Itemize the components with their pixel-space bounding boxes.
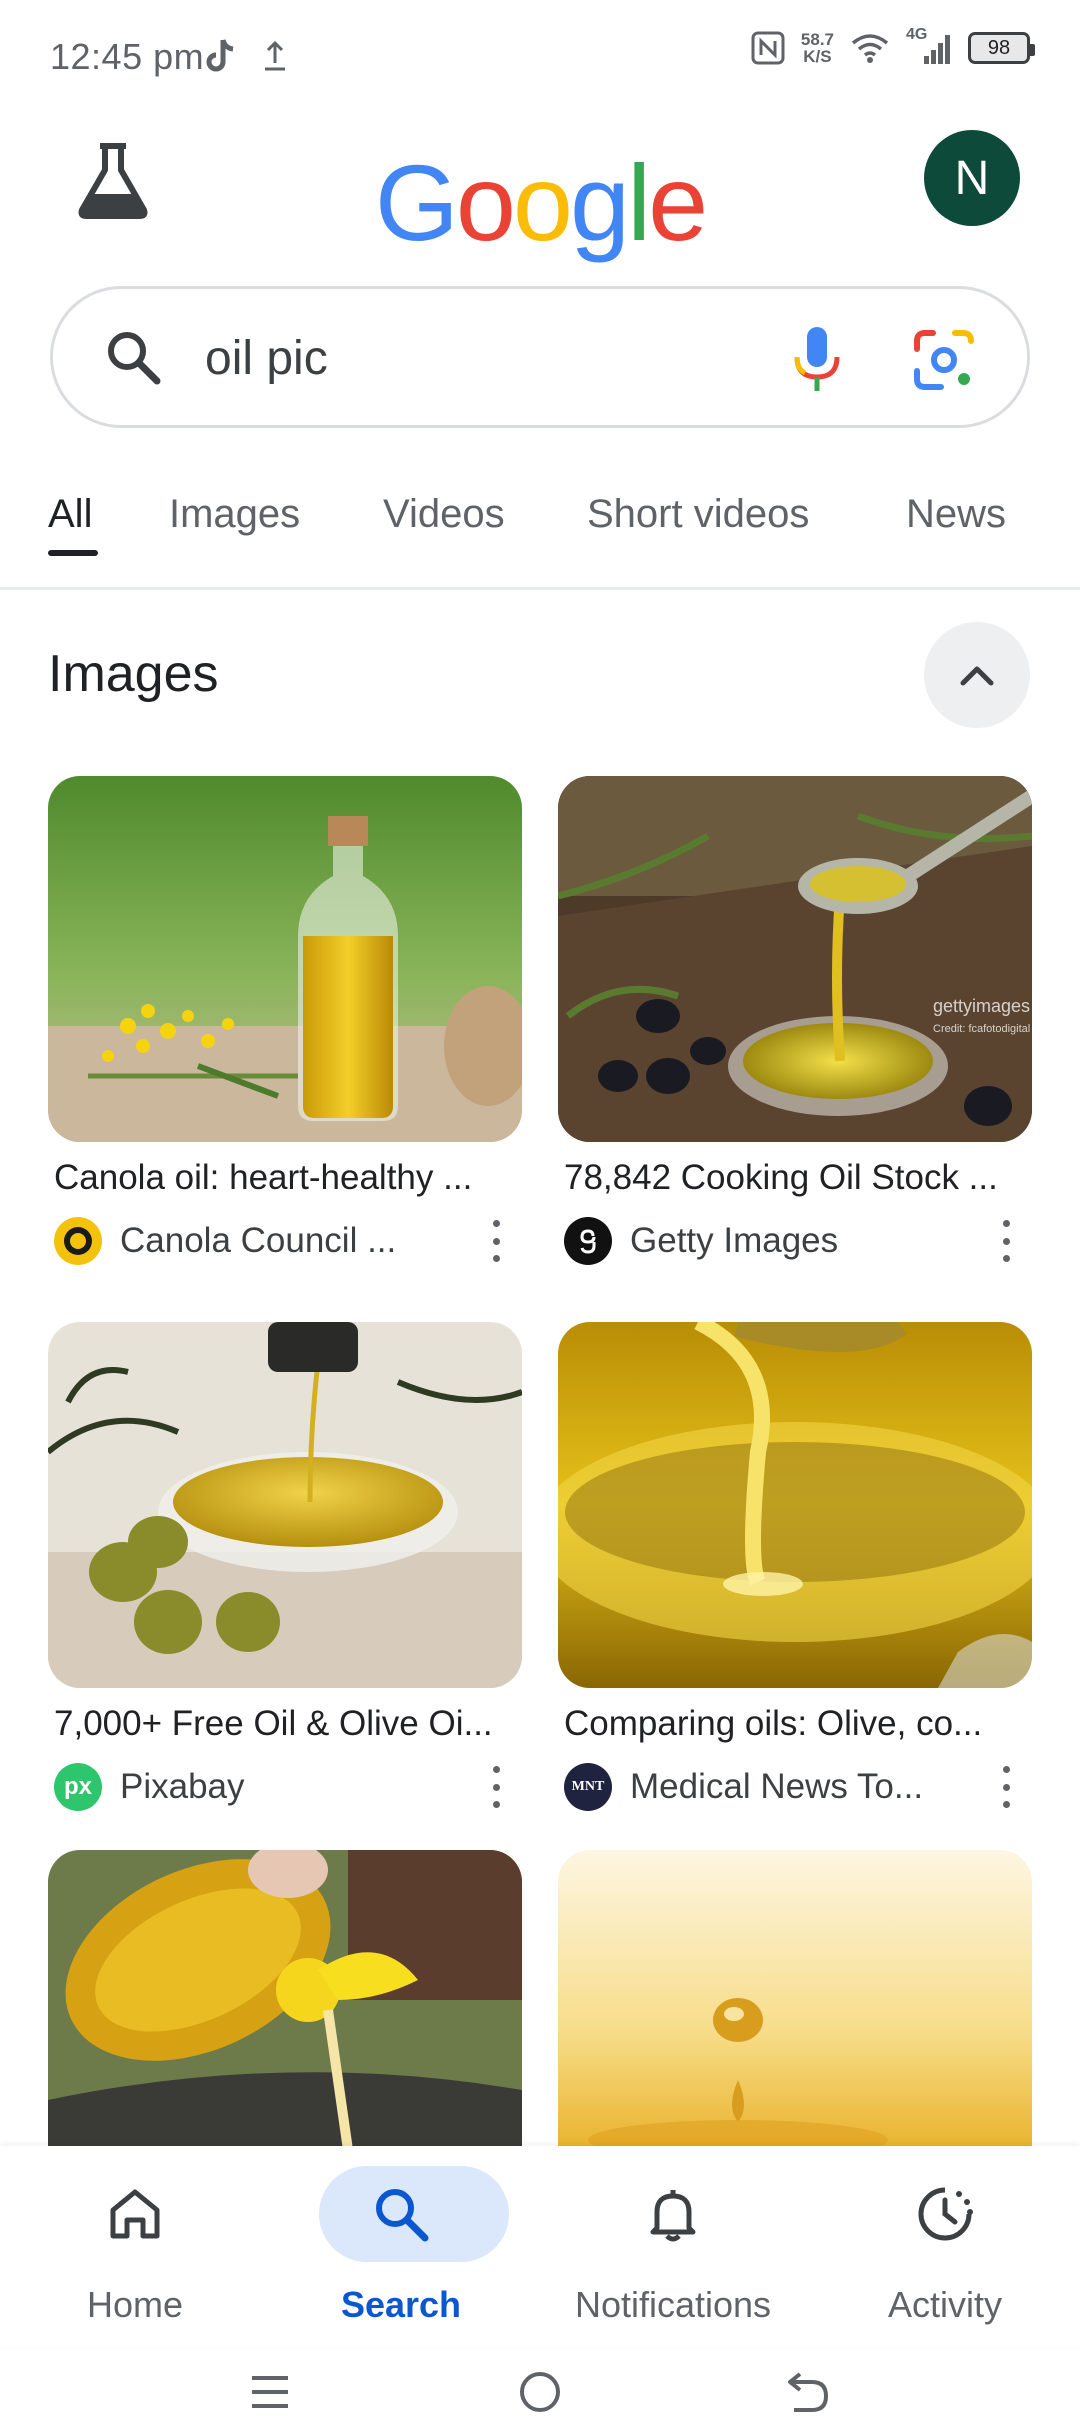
status-time: 12:45 pm [50, 36, 205, 77]
image-result-card[interactable]: Comparing oils: Olive, co... MNT Medical… [558, 1322, 1032, 1812]
logo-letter: G [374, 142, 459, 263]
result-thumbnail[interactable] [558, 1850, 1032, 2150]
recent-apps-icon[interactable] [248, 2370, 292, 2414]
google-logo: Google [0, 140, 1080, 265]
activity-icon [918, 2187, 973, 2241]
status-bar: 12:45 pm 58.7 K/S 4G 98 [0, 0, 1080, 110]
result-thumbnail[interactable] [48, 1322, 522, 1688]
result-source-name: Getty Images [630, 1221, 839, 1260]
bell-icon [650, 2190, 696, 2242]
chevron-up-icon [960, 666, 994, 686]
wifi-icon [851, 34, 889, 63]
result-source-name: Medical News To... [630, 1767, 924, 1806]
result-thumbnail[interactable] [48, 776, 522, 1142]
search-icon [376, 2189, 429, 2242]
logo-letter: g [570, 142, 630, 263]
battery-indicator: 98 [968, 32, 1035, 64]
image-result-card[interactable]: gettyimages Credit: fcafotodigital 78,84… [558, 776, 1032, 1266]
nav-search[interactable]: Search [286, 2156, 516, 2336]
app-header: Google N [0, 110, 1080, 280]
result-source-name: Pixabay [120, 1767, 245, 1806]
nav-activity-label: Activity [887, 2284, 1002, 2325]
more-options-icon[interactable] [996, 1766, 1016, 1808]
nav-notifications[interactable]: Notifications [558, 2156, 788, 2336]
logo-letter: o [512, 142, 573, 263]
nav-home[interactable]: Home [20, 2156, 250, 2336]
tab-news[interactable]: News [906, 492, 1006, 537]
google-lens-icon[interactable] [911, 327, 977, 393]
image-result-card[interactable] [558, 1850, 1032, 2150]
result-source-name: Canola Council ... [120, 1221, 397, 1260]
upload-icon [265, 40, 285, 71]
nav-home-label: Home [86, 2284, 184, 2325]
search-tabs: All Images Videos Short videos News [0, 470, 1080, 590]
medical-news-today-icon: MNT [564, 1763, 612, 1811]
result-source: Getty Images [558, 1216, 1032, 1266]
bottom-navigation: Home Search Notifications Activity [0, 2146, 1080, 2346]
result-title[interactable]: Comparing oils: Olive, co... [558, 1704, 1032, 1744]
voice-search-mic-icon[interactable] [787, 325, 847, 395]
image-result-card[interactable] [48, 1850, 522, 2150]
tiktok-icon [206, 39, 234, 72]
home-icon [110, 2189, 160, 2239]
more-options-icon[interactable] [996, 1220, 1016, 1262]
result-title[interactable]: 7,000+ Free Oil & Olive Oi... [48, 1704, 522, 1744]
tab-short-videos[interactable]: Short videos [587, 492, 809, 537]
more-options-icon[interactable] [486, 1220, 506, 1262]
logo-letter: l [627, 142, 651, 263]
image-result-card[interactable]: Canola oil: heart-healthy ... Canola Cou… [48, 776, 522, 1266]
result-thumbnail[interactable] [558, 1322, 1032, 1688]
search-bar[interactable]: oil pic [50, 286, 1030, 428]
more-options-icon[interactable] [486, 1766, 506, 1808]
collapse-images-button[interactable] [924, 622, 1030, 728]
result-source: px Pixabay [48, 1762, 522, 1812]
result-thumbnail[interactable]: gettyimages Credit: fcafotodigital [558, 776, 1032, 1142]
image-result-card[interactable]: 7,000+ Free Oil & Olive Oi... px Pixabay [48, 1322, 522, 1812]
getty-images-icon [564, 1217, 612, 1265]
result-source: Canola Council ... [48, 1216, 522, 1266]
result-title[interactable]: Canola oil: heart-healthy ... [48, 1158, 522, 1198]
getty-watermark-credit: Credit: fcafotodigital [933, 1023, 1030, 1035]
network-speed: 58.7 K/S [800, 30, 834, 66]
canola-council-icon [54, 1217, 102, 1265]
nav-activity[interactable]: Activity [830, 2156, 1060, 2336]
result-source: MNT Medical News To... [558, 1762, 1032, 1812]
nav-notifications-label: Notifications [574, 2284, 772, 2325]
getty-watermark: gettyimages [933, 996, 1030, 1016]
nav-search-label: Search [340, 2284, 462, 2325]
cell-signal-icon: 4G [906, 26, 952, 66]
pixabay-icon: px [54, 1763, 102, 1811]
search-input[interactable]: oil pic [205, 331, 328, 386]
active-tab-indicator [48, 550, 98, 556]
tab-videos[interactable]: Videos [383, 492, 505, 537]
result-thumbnail[interactable] [48, 1850, 522, 2150]
back-icon[interactable] [786, 2368, 830, 2416]
home-circle-icon[interactable] [518, 2370, 562, 2414]
logo-letter: e [648, 142, 708, 263]
account-avatar[interactable]: N [924, 130, 1020, 226]
tab-all[interactable]: All [48, 492, 92, 537]
images-section-title: Images [48, 645, 219, 703]
logo-letter: o [455, 142, 516, 263]
search-icon [108, 332, 161, 385]
nfc-icon [751, 31, 785, 65]
system-navigation-bar [0, 2346, 1080, 2436]
tab-images[interactable]: Images [169, 492, 300, 537]
result-title[interactable]: 78,842 Cooking Oil Stock ... [558, 1158, 1032, 1198]
